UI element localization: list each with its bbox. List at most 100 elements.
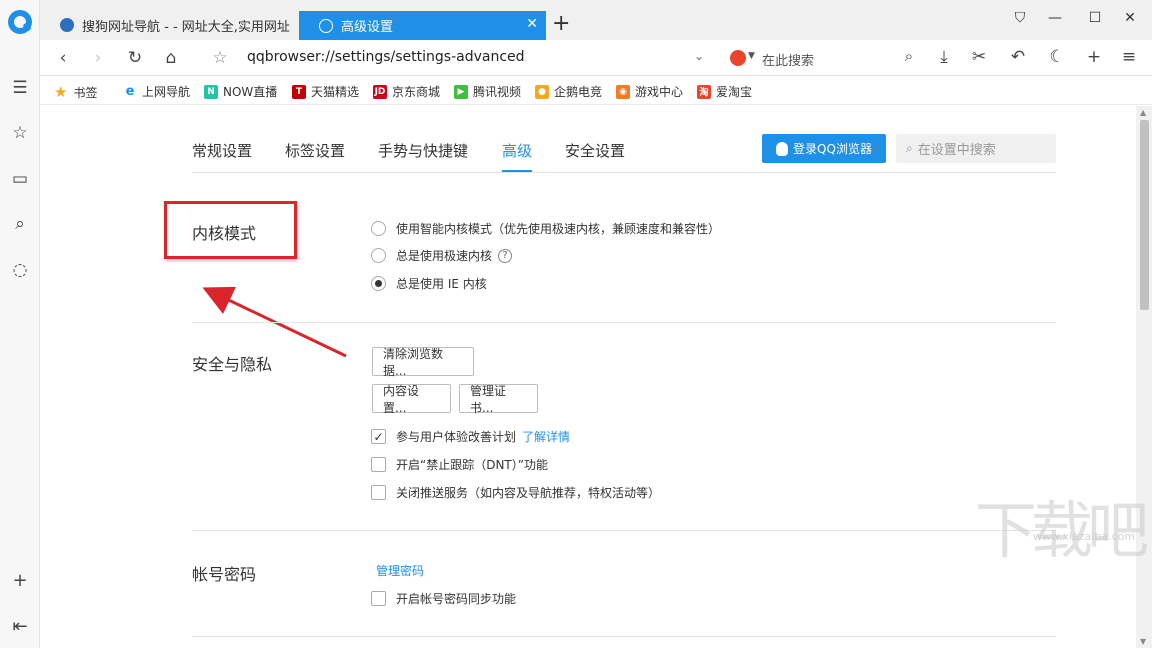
checkbox[interactable] bbox=[371, 457, 386, 472]
tab-gestures-shortcuts[interactable]: 手势与快捷键 bbox=[378, 140, 468, 161]
maximize-icon[interactable]: ☐ bbox=[1085, 10, 1105, 26]
search-icon: ⌕ bbox=[906, 141, 913, 155]
push-service-option[interactable]: 关闭推送服务（如内容及导航推荐，特权活动等） bbox=[371, 484, 660, 501]
watermark: 下载吧 bbox=[975, 494, 1149, 567]
back-icon[interactable]: ‹ bbox=[51, 46, 75, 70]
qq-penguin-icon bbox=[776, 141, 789, 156]
bookmark-item[interactable]: ★ 书签 bbox=[54, 83, 97, 101]
privacy-title: 安全与隐私 bbox=[192, 355, 273, 374]
checkbox[interactable] bbox=[371, 485, 386, 500]
settings-gear-icon bbox=[319, 19, 333, 33]
collapse-sidebar-icon[interactable]: ⇤ bbox=[0, 616, 40, 637]
kernel-option-speed[interactable]: 总是使用极速内核 ? bbox=[371, 247, 513, 264]
sogou-search-engine-icon[interactable] bbox=[730, 50, 746, 66]
ie-icon: e bbox=[123, 84, 137, 99]
bookmark-item[interactable]: ▶ 腾讯视频 bbox=[454, 83, 521, 100]
reader-book-icon[interactable]: ▭ bbox=[0, 167, 40, 191]
content-settings-button[interactable]: 内容设置... bbox=[372, 384, 451, 415]
bookmark-item[interactable]: JD 京东商城 bbox=[373, 83, 440, 100]
tab-title: 搜狗网址导航 - - 网址大全,实用网址 bbox=[82, 19, 290, 35]
watermark-url: www.xiazaiba.com bbox=[1033, 530, 1136, 543]
bookmark-item[interactable]: T 天猫精选 bbox=[292, 83, 359, 100]
search-icon[interactable]: ⌕ bbox=[0, 212, 40, 236]
tab-strip: 搜狗网址导航 - - 网址大全,实用网址 高级设置 ✕ + ⛉ — ☐ ✕ bbox=[40, 0, 1152, 40]
download-icon[interactable]: ⤓ bbox=[933, 47, 955, 67]
kernel-option-smart[interactable]: 使用智能内核模式（优先使用极速内核，兼顾速度和兼容性） bbox=[371, 220, 720, 237]
bookmark-item[interactable]: e 上网导航 bbox=[123, 83, 190, 100]
scroll-up-icon[interactable]: ▲ bbox=[1140, 108, 1146, 117]
taobao-icon: 淘 bbox=[697, 84, 711, 99]
search-box[interactable]: 在此搜索 bbox=[762, 50, 814, 69]
undo-icon[interactable]: ↶ bbox=[1007, 47, 1029, 67]
tab-advanced[interactable]: 高级 bbox=[502, 140, 532, 161]
account-password-title: 帐号密码 bbox=[192, 565, 257, 584]
close-window-icon[interactable]: ✕ bbox=[1120, 10, 1140, 26]
help-question-icon[interactable]: ? bbox=[498, 248, 513, 263]
refresh-icon[interactable]: ↻ bbox=[123, 46, 147, 70]
left-sidebar: ☰ ☆ ▭ ⌕ ◌ + ⇤ bbox=[0, 0, 40, 648]
chat-icon[interactable]: ◌ bbox=[0, 258, 40, 282]
bookmark-item[interactable]: ● 企鹅电竞 bbox=[535, 83, 602, 100]
bookmark-item[interactable]: N NOW直播 bbox=[204, 83, 277, 100]
url-field[interactable]: qqbrowser://settings/settings-advanced bbox=[247, 49, 525, 65]
home-icon[interactable]: ⌂ bbox=[159, 46, 183, 70]
night-mode-moon-icon[interactable]: ☾ bbox=[1046, 47, 1068, 67]
tab-advanced-settings[interactable]: 高级设置 ✕ bbox=[299, 11, 546, 40]
settings-page: 常规设置 标签设置 手势与快捷键 高级 安全设置 登录QQ浏览器 ⌕ 在设置中搜… bbox=[41, 106, 1136, 648]
skin-shirt-icon[interactable]: ⛉ bbox=[1010, 10, 1030, 26]
annotation-highlight-box bbox=[164, 201, 297, 259]
address-toolbar: ‹ › ↻ ⌂ ☆ qqbrowser://settings/settings-… bbox=[40, 40, 1152, 76]
favorites-star-icon[interactable]: ☆ bbox=[0, 121, 40, 145]
radio-button-selected[interactable] bbox=[371, 276, 386, 291]
sogou-favicon-icon bbox=[60, 18, 74, 32]
tab-security[interactable]: 安全设置 bbox=[565, 140, 625, 161]
news-icon[interactable]: ☰ bbox=[0, 76, 40, 100]
divider bbox=[192, 172, 1056, 173]
checkbox-checked[interactable]: ✓ bbox=[371, 429, 386, 444]
dnt-option[interactable]: 开启“禁止跟踪（DNT）”功能 bbox=[371, 456, 548, 473]
game-icon: ◉ bbox=[616, 84, 630, 99]
url-dropdown-icon[interactable]: ⌄ bbox=[694, 49, 704, 63]
radio-button[interactable] bbox=[371, 221, 386, 236]
bookmark-item[interactable]: 淘 爱淘宝 bbox=[697, 83, 752, 100]
divider bbox=[192, 636, 1056, 637]
manage-certificates-button[interactable]: 管理证书... bbox=[459, 384, 538, 415]
ux-program-option[interactable]: ✓ 参与用户体验改善计划 了解详情 bbox=[371, 428, 570, 445]
login-qq-browser-button[interactable]: 登录QQ浏览器 bbox=[762, 134, 886, 163]
divider bbox=[192, 530, 1056, 531]
engine-caret-icon[interactable]: ▼ bbox=[748, 51, 755, 61]
new-tab-plus-icon[interactable]: + bbox=[552, 12, 570, 36]
star-icon: ★ bbox=[54, 83, 68, 101]
clear-browsing-data-button[interactable]: 清除浏览数据... bbox=[372, 347, 474, 378]
search-magnifier-icon[interactable]: ⌕ bbox=[898, 47, 920, 65]
tab-title: 高级设置 bbox=[341, 20, 394, 35]
tab-sogou-nav[interactable]: 搜狗网址导航 - - 网址大全,实用网址 bbox=[40, 10, 298, 40]
manage-passwords-link[interactable]: 管理密码 bbox=[376, 562, 424, 579]
close-tab-icon[interactable]: ✕ bbox=[526, 16, 538, 32]
menu-icon[interactable]: ≡ bbox=[1118, 47, 1140, 67]
learn-more-link[interactable]: 了解详情 bbox=[522, 428, 570, 445]
add-icon[interactable]: + bbox=[0, 570, 40, 591]
divider bbox=[192, 322, 1056, 323]
penguin-icon: ● bbox=[535, 84, 549, 99]
password-sync-option[interactable]: 开启帐号密码同步功能 bbox=[371, 590, 516, 607]
forward-icon[interactable]: › bbox=[86, 46, 110, 70]
tab-general[interactable]: 常规设置 bbox=[192, 140, 252, 161]
settings-search-input[interactable]: ⌕ 在设置中搜索 bbox=[896, 134, 1056, 163]
tab-tabs[interactable]: 标签设置 bbox=[285, 140, 345, 161]
kernel-option-ie[interactable]: 总是使用 IE 内核 bbox=[371, 275, 487, 292]
bookmarks-bar: ★ 书签 e 上网导航 N NOW直播 T 天猫精选 JD 京东商城 ▶ 腾讯视… bbox=[40, 77, 1152, 105]
bookmark-item[interactable]: ◉ 游戏中心 bbox=[616, 83, 683, 100]
scroll-down-icon[interactable]: ▼ bbox=[1140, 637, 1146, 646]
now-icon: N bbox=[204, 84, 218, 99]
scroll-thumb[interactable] bbox=[1140, 120, 1149, 310]
scissors-icon[interactable]: ✂ bbox=[968, 47, 990, 67]
jd-icon: JD bbox=[373, 84, 387, 99]
checkbox[interactable] bbox=[371, 591, 386, 606]
radio-button[interactable] bbox=[371, 248, 386, 263]
minimize-icon[interactable]: — bbox=[1045, 10, 1065, 26]
tmall-icon: T bbox=[292, 84, 306, 99]
bookmark-star-icon[interactable]: ☆ bbox=[208, 46, 232, 70]
add-icon[interactable]: + bbox=[1083, 47, 1105, 67]
qq-browser-logo-icon[interactable] bbox=[8, 10, 32, 34]
